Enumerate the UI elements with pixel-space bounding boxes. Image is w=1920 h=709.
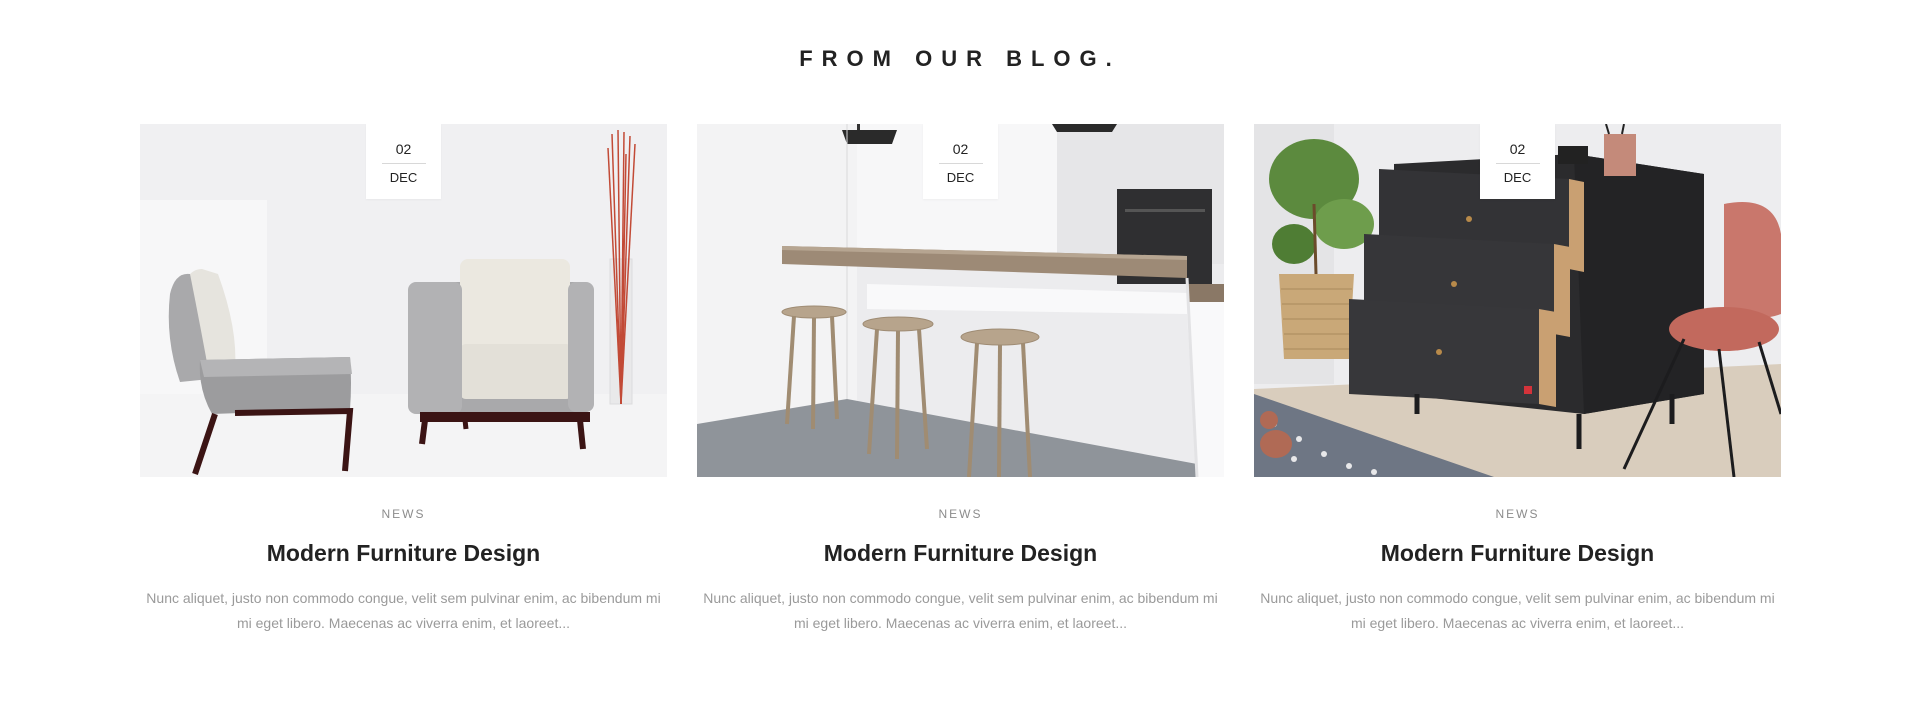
- post-excerpt: Nunc aliquet, justo non commodo congue, …: [1260, 590, 1775, 631]
- date-day: 02: [1509, 141, 1526, 157]
- post-thumbnail-dresser[interactable]: 02 DEC: [1254, 124, 1781, 477]
- post-title[interactable]: Modern Furniture Design: [140, 539, 667, 567]
- post-body: NEWS Modern Furniture Design Nunc alique…: [1254, 506, 1781, 636]
- post-thumbnail-armchairs[interactable]: 02 DEC: [140, 124, 667, 477]
- date-day: 02: [395, 141, 412, 157]
- post-title[interactable]: Modern Furniture Design: [1254, 539, 1781, 567]
- blog-posts-grid: 02 DEC NEWS Modern Furniture Design Nunc…: [140, 124, 1781, 636]
- date-month: DEC: [1503, 170, 1532, 185]
- date-month: DEC: [946, 170, 975, 185]
- post-category[interactable]: NEWS: [697, 506, 1224, 522]
- date-month: DEC: [389, 170, 418, 185]
- date-divider: [1495, 163, 1540, 164]
- date-badge: 02 DEC: [366, 124, 441, 199]
- blog-post-card: 02 DEC NEWS Modern Furniture Design Nunc…: [1254, 124, 1781, 636]
- post-excerpt: Nunc aliquet, justo non commodo congue, …: [146, 590, 661, 631]
- post-title[interactable]: Modern Furniture Design: [697, 539, 1224, 567]
- date-badge: 02 DEC: [1480, 124, 1555, 199]
- post-thumbnail-kitchen[interactable]: 02 DEC: [697, 124, 1224, 477]
- date-divider: [381, 163, 426, 164]
- post-body: NEWS Modern Furniture Design Nunc alique…: [140, 506, 667, 636]
- date-day: 02: [952, 141, 969, 157]
- blog-post-card: 02 DEC NEWS Modern Furniture Design Nunc…: [140, 124, 667, 636]
- blog-post-card: 02 DEC NEWS Modern Furniture Design Nunc…: [697, 124, 1224, 636]
- post-category[interactable]: NEWS: [1254, 506, 1781, 522]
- post-excerpt: Nunc aliquet, justo non commodo congue, …: [703, 590, 1218, 631]
- date-divider: [938, 163, 983, 164]
- date-badge: 02 DEC: [923, 124, 998, 199]
- post-category[interactable]: NEWS: [140, 506, 667, 522]
- post-body: NEWS Modern Furniture Design Nunc alique…: [697, 506, 1224, 636]
- section-title: FROM OUR BLOG.: [799, 46, 1121, 71]
